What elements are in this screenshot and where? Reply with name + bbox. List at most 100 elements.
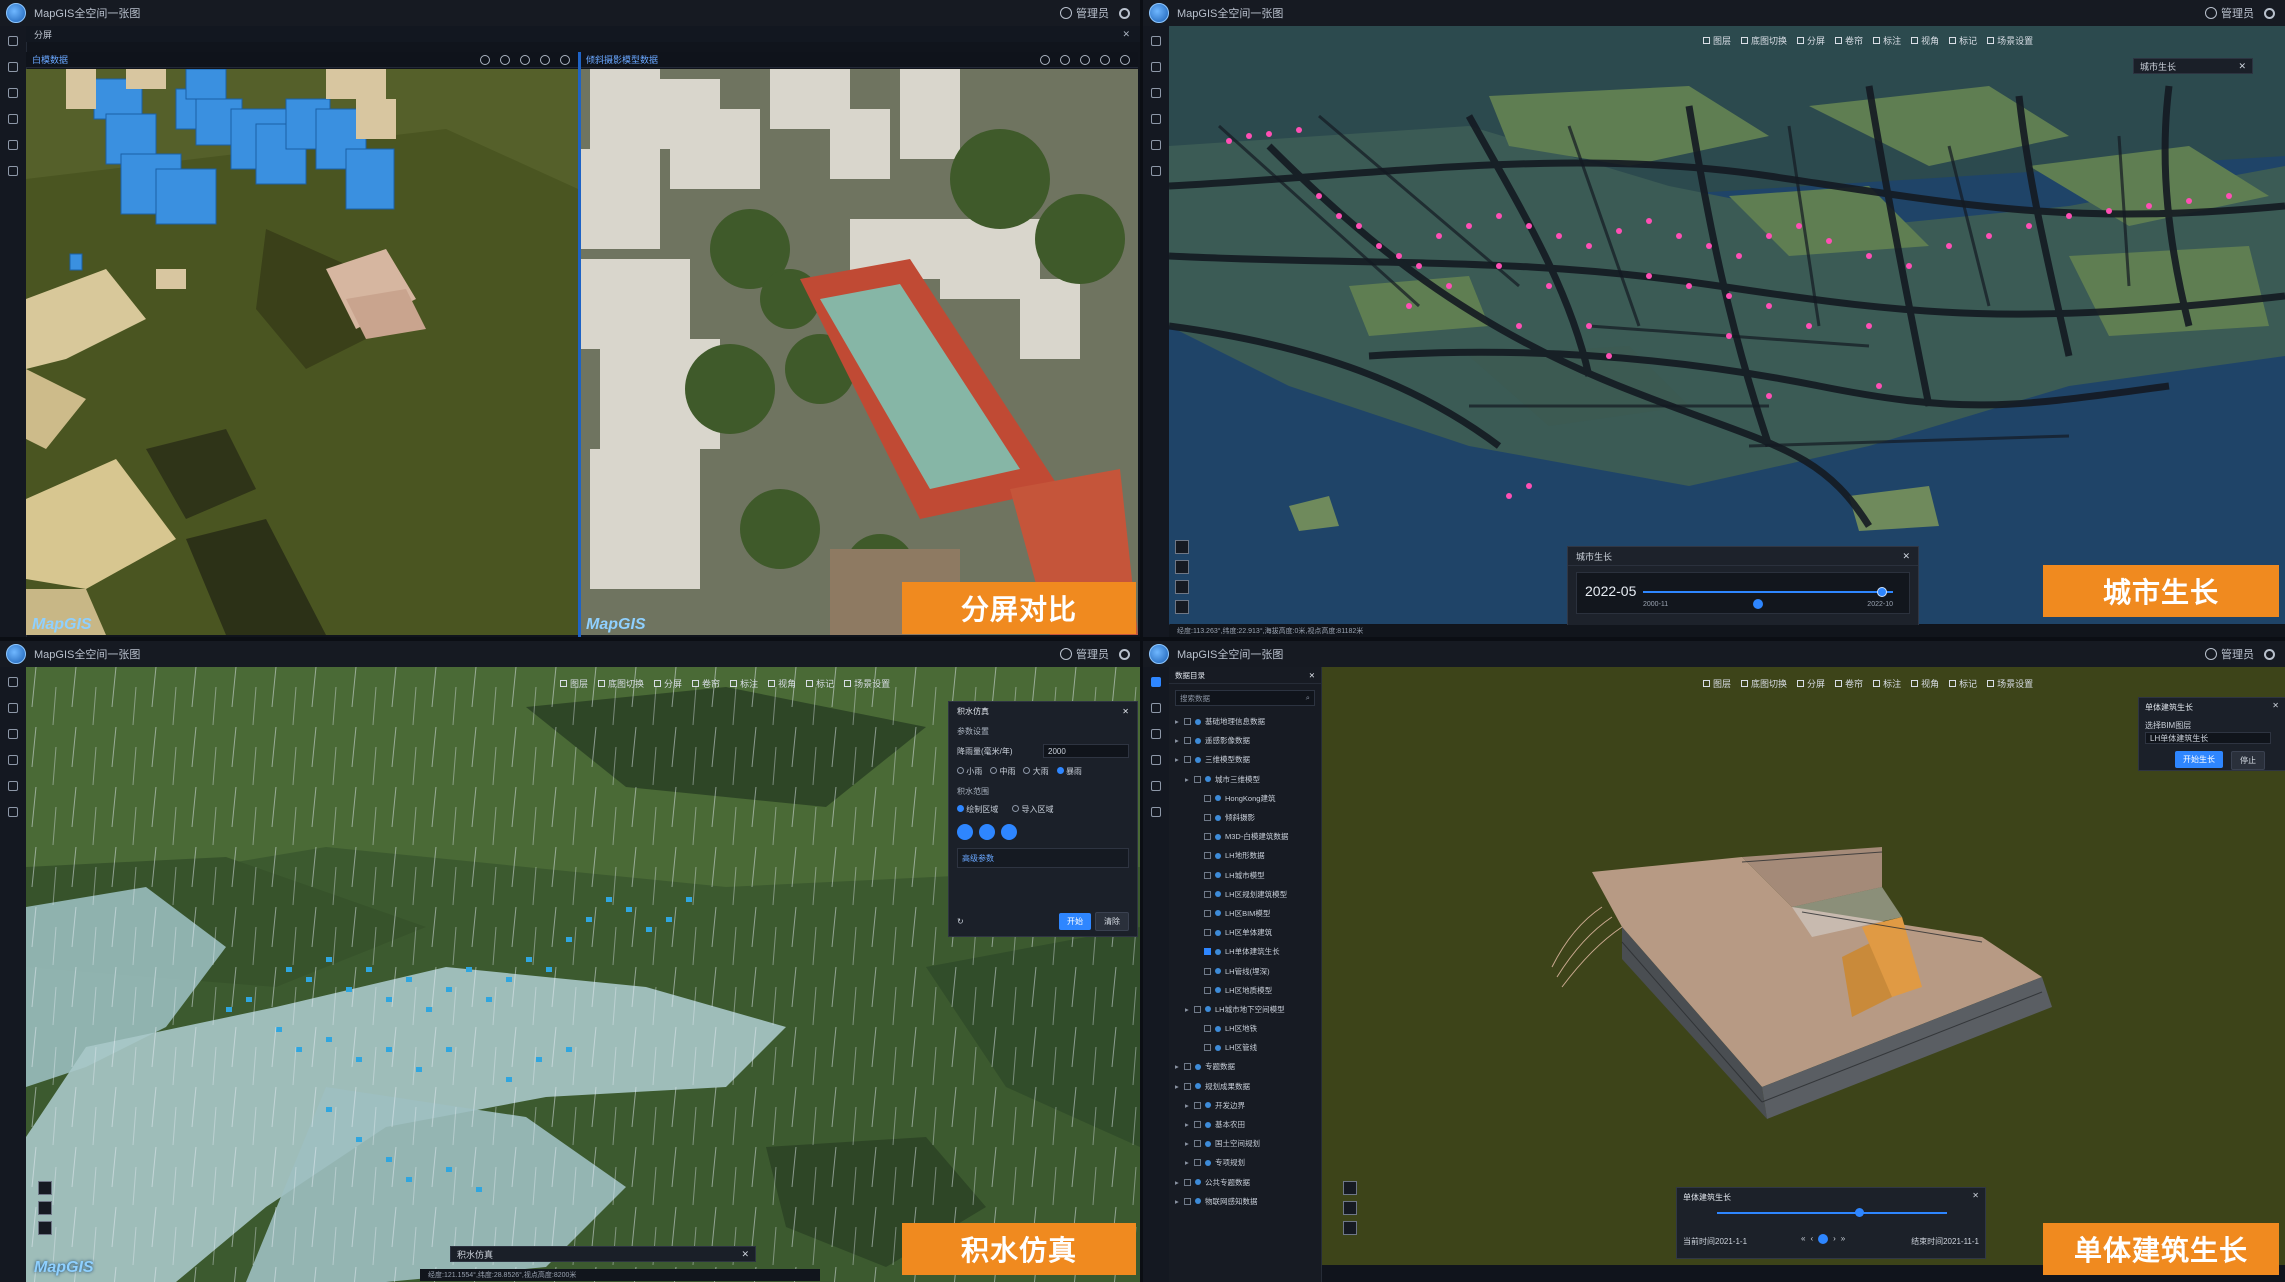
measure-icon[interactable] [1151, 781, 1161, 791]
close-icon[interactable]: ✕ [2272, 701, 2279, 710]
white-model-scene[interactable]: MapGIS [26, 69, 578, 635]
tree-item[interactable]: ▸ 国土空间规划 [1169, 1134, 1321, 1153]
toolbar-item[interactable]: 场景设置 [844, 677, 890, 690]
toolbar-item[interactable]: 标记 [1949, 34, 1977, 47]
tree-checkbox[interactable] [1204, 833, 1211, 841]
tree-checkbox[interactable] [1204, 794, 1211, 802]
expand-arrow-icon[interactable]: ▸ [1185, 1158, 1191, 1167]
zoom-out-icon[interactable] [1175, 560, 1189, 574]
search-icon[interactable] [1040, 55, 1050, 65]
toolbar-item[interactable]: 场景设置 [1987, 677, 2033, 690]
level-storm[interactable]: 暴雨 [1056, 766, 1082, 777]
settings-icon[interactable] [1119, 7, 1130, 19]
layer-icon[interactable] [500, 55, 510, 65]
mode-import-area[interactable]: 导入区域 [1012, 804, 1053, 815]
layer-icon[interactable] [1060, 55, 1070, 65]
tree-item[interactable]: LH区单体建筑 [1169, 923, 1321, 942]
stop-button[interactable]: 停止 [2231, 751, 2265, 770]
start-button[interactable]: 开始 [1059, 913, 1091, 930]
refresh-icon[interactable]: ↻ [957, 917, 964, 926]
draw-rect-button[interactable] [979, 824, 995, 840]
layers-icon[interactable] [1151, 62, 1161, 72]
analysis-icon[interactable] [8, 729, 18, 739]
layers-icon[interactable] [8, 703, 18, 713]
prev-icon[interactable]: ‹ [1810, 1234, 1813, 1244]
chat-icon[interactable] [8, 166, 18, 176]
tree-item[interactable]: M3D-白模建筑数据 [1169, 827, 1321, 846]
compass-icon[interactable] [1175, 600, 1189, 614]
home-icon[interactable] [38, 1221, 52, 1235]
chat-icon[interactable] [1151, 166, 1161, 176]
measure-icon[interactable] [8, 140, 18, 150]
fast-forward-icon[interactable]: » [1841, 1234, 1845, 1244]
toolbar-item[interactable]: 卷帘 [1835, 677, 1863, 690]
settings-icon[interactable] [2264, 7, 2275, 19]
tree-checkbox[interactable] [1194, 1140, 1201, 1148]
tree-checkbox[interactable] [1194, 1121, 1201, 1129]
rotate-icon[interactable] [540, 55, 550, 65]
oblique-photo-scene[interactable]: MapGIS [580, 69, 1138, 635]
play-button[interactable] [1818, 1234, 1829, 1244]
toolbar-item[interactable]: 场景设置 [1987, 34, 2033, 47]
reset-icon[interactable] [560, 55, 570, 65]
advanced-params-toggle[interactable]: 高级参数 [962, 853, 994, 864]
toolbar-item[interactable]: 标注 [1873, 677, 1901, 690]
home-icon[interactable] [8, 36, 18, 46]
tree-item[interactable]: ▸ 三维模型数据 [1169, 750, 1321, 769]
tree-item[interactable]: LH区管线 [1169, 1038, 1321, 1057]
tree-checkbox[interactable] [1204, 871, 1211, 879]
zoom-in-icon[interactable] [1343, 1181, 1357, 1195]
zoom-out-icon[interactable] [1343, 1201, 1357, 1215]
tree-checkbox[interactable] [1204, 890, 1211, 898]
close-icon[interactable]: ✕ [1902, 551, 1910, 562]
expand-arrow-icon[interactable]: ▸ [1175, 717, 1181, 726]
tools-icon[interactable] [8, 755, 18, 765]
timeline-track[interactable] [1643, 587, 1893, 597]
toolbar-item[interactable]: 图层 [1703, 677, 1731, 690]
settings-icon[interactable] [1119, 648, 1130, 660]
expand-arrow-icon[interactable]: ▸ [1175, 755, 1181, 764]
tree-checkbox[interactable] [1184, 1197, 1191, 1205]
clear-button[interactable]: 清除 [1095, 912, 1129, 931]
analysis-icon[interactable] [1151, 88, 1161, 98]
layers-icon[interactable] [1151, 703, 1161, 713]
tree-item[interactable]: LH区BIM模型 [1169, 904, 1321, 923]
tree-item[interactable]: LH单体建筑生长 [1169, 942, 1321, 961]
close-icon[interactable]: ✕ [1122, 707, 1129, 716]
catalog-search-input[interactable]: 搜索数据 ⌕ [1175, 690, 1315, 706]
expand-arrow-icon[interactable]: ▸ [1185, 775, 1191, 784]
toolbar-item[interactable]: 图层 [560, 677, 588, 690]
tree-item[interactable]: LH区规划建筑模型 [1169, 885, 1321, 904]
tree-checkbox[interactable] [1194, 775, 1201, 783]
expand-arrow-icon[interactable]: ▸ [1185, 1120, 1191, 1129]
expand-arrow-icon[interactable]: ▸ [1175, 1082, 1181, 1091]
toolbar-item[interactable]: 视角 [1911, 677, 1939, 690]
toolbar-item[interactable]: 分屏 [1797, 34, 1825, 47]
search-icon[interactable] [480, 55, 490, 65]
tree-checkbox[interactable] [1204, 967, 1211, 975]
tree-checkbox[interactable] [1204, 1025, 1211, 1033]
tree-item[interactable]: LH管线(埋深) [1169, 961, 1321, 980]
toolbar-item[interactable]: 分屏 [654, 677, 682, 690]
play-button[interactable] [1753, 599, 1763, 609]
growth-progress-handle[interactable] [1855, 1208, 1864, 1217]
toolbar-item[interactable]: 标注 [1873, 34, 1901, 47]
rainfall-input[interactable]: 2000 [1043, 744, 1129, 758]
tree-item[interactable]: ▸ 专项规划 [1169, 1153, 1321, 1172]
tree-checkbox[interactable] [1184, 1082, 1191, 1090]
tree-checkbox[interactable] [1204, 909, 1211, 917]
tree-item[interactable]: ▸ 基本农田 [1169, 1115, 1321, 1134]
tab-split[interactable]: 分屏 [34, 28, 52, 41]
tree-item[interactable]: ▸ 规划成果数据 [1169, 1077, 1321, 1096]
draw-polygon-button[interactable] [957, 824, 973, 840]
tree-checkbox[interactable] [1184, 756, 1191, 764]
toolbar-item[interactable]: 底图切换 [1741, 677, 1787, 690]
tree-item[interactable]: HongKong建筑 [1169, 789, 1321, 808]
tools-icon[interactable] [1151, 114, 1161, 124]
toolbar-item[interactable]: 标注 [730, 677, 758, 690]
tree-item[interactable]: ▸ 开发边界 [1169, 1096, 1321, 1115]
reset-icon[interactable] [1120, 55, 1130, 65]
tree-item[interactable]: LH区地质模型 [1169, 981, 1321, 1000]
tree-checkbox[interactable] [1204, 814, 1211, 822]
toolbar-item[interactable]: 视角 [768, 677, 796, 690]
